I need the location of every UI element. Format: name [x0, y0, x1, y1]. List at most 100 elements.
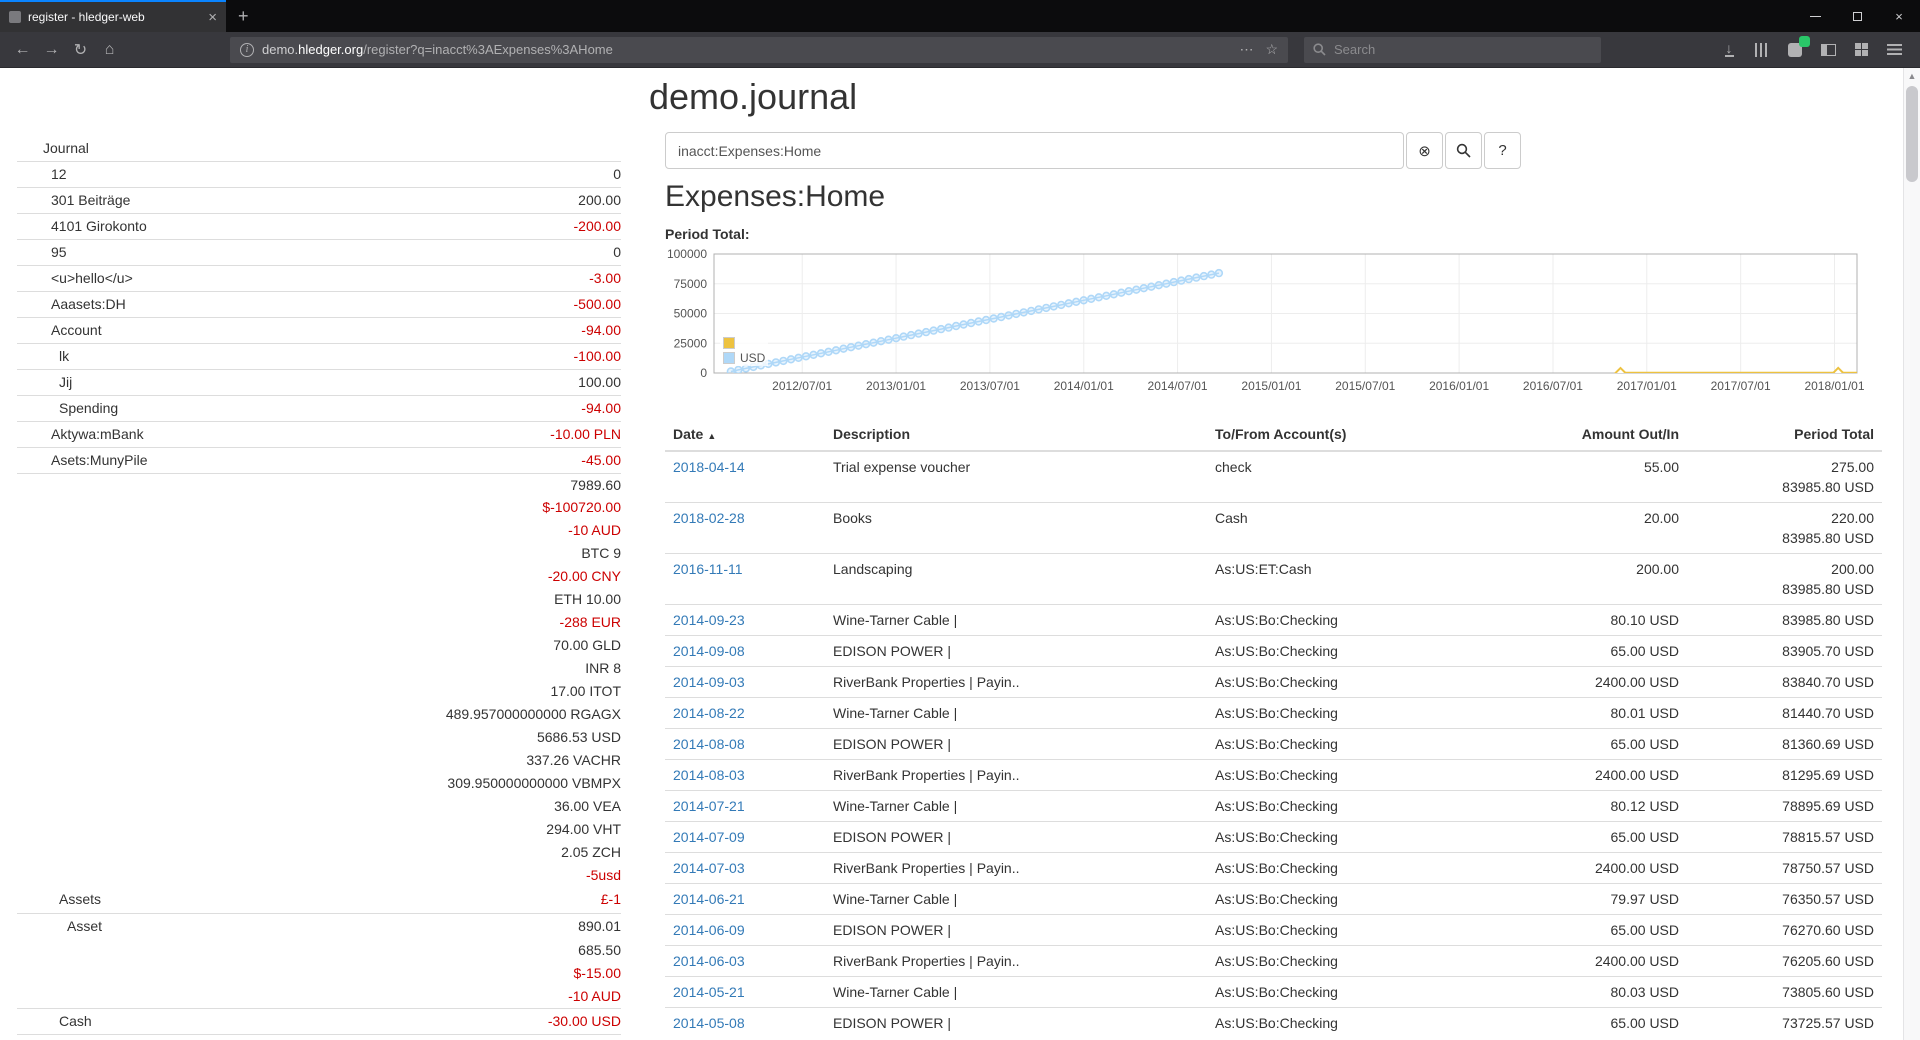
- transaction-date-link[interactable]: 2014-09-08: [673, 643, 745, 659]
- transaction-date-link[interactable]: 2014-07-21: [673, 798, 745, 814]
- transaction-date-link[interactable]: 2014-05-21: [673, 984, 745, 1000]
- register-period-total-cell: 73725.57 USD: [1687, 1008, 1882, 1039]
- window-restore-button[interactable]: [1836, 0, 1878, 32]
- sidebar-account-link[interactable]: Asets:MunyPile: [17, 448, 147, 473]
- register-amount-cell: 55.00: [1497, 451, 1687, 503]
- sidebar-account-link[interactable]: Spending: [17, 396, 118, 421]
- sidebar-account-link[interactable]: Cash: [17, 1009, 92, 1034]
- sidebar-account-balance: 17.00 ITOT: [550, 680, 621, 702]
- url-bar[interactable]: i demo.hledger.org/register?q=inacct%3AE…: [230, 37, 1288, 63]
- transaction-date-link[interactable]: 2018-02-28: [673, 510, 745, 526]
- register-description-cell: Wine-Tarner Cable |: [825, 791, 1207, 822]
- sidebar-row: 950: [17, 239, 621, 265]
- back-button[interactable]: ←: [8, 36, 37, 64]
- sidebar-account-balance: 5686.53 USD: [537, 726, 621, 748]
- scrollbar-thumb[interactable]: [1906, 86, 1918, 182]
- register-period-total-cell: 200.0083985.80 USD: [1687, 554, 1882, 605]
- pocket-grid-button[interactable]: [1851, 40, 1871, 60]
- sidebar-row: 685.50: [17, 939, 621, 962]
- home-button[interactable]: ⌂: [95, 36, 124, 64]
- register-amount-cell: 65.00 USD: [1497, 729, 1687, 760]
- sidebar-row: Asset890.01: [17, 913, 621, 939]
- clear-query-button[interactable]: ⊗: [1406, 132, 1443, 169]
- sidebar-account-balance: BTC 9: [581, 542, 621, 564]
- period-total-line: 78815.57 USD: [1695, 827, 1874, 847]
- transaction-date-link[interactable]: 2014-06-21: [673, 891, 745, 907]
- sidebar-row: 2.05 ZCH: [17, 841, 621, 864]
- sidebar-row: -117.00: [17, 1034, 621, 1040]
- browser-tab-active[interactable]: register - hledger-web ×: [0, 0, 226, 32]
- register-row: 2014-06-03RiverBank Properties | Payin..…: [665, 946, 1882, 977]
- sidebar-account-link[interactable]: Asset: [17, 914, 102, 939]
- period-total-chart: 02500050000750001000002012/07/012013/01/…: [665, 248, 1865, 400]
- transaction-date-link[interactable]: 2018-04-14: [673, 459, 745, 475]
- svg-text:2015/07/01: 2015/07/01: [1335, 379, 1395, 393]
- sidebar-account-link[interactable]: 12: [17, 162, 67, 187]
- transaction-date-link[interactable]: 2014-06-03: [673, 953, 745, 969]
- transaction-date-link[interactable]: 2014-07-09: [673, 829, 745, 845]
- svg-text:2013/01/01: 2013/01/01: [866, 379, 926, 393]
- sidebar-account-link[interactable]: Jij: [17, 370, 72, 395]
- browser-titlebar: register - hledger-web × + ×: [0, 0, 1920, 32]
- reload-button[interactable]: ↻: [66, 36, 95, 64]
- scroll-up-icon[interactable]: ▲: [1904, 68, 1920, 81]
- register-column-header[interactable]: Date▲: [665, 420, 825, 451]
- page-actions-icon[interactable]: ⋯: [1239, 41, 1253, 58]
- register-date-cell: 2014-07-03: [665, 853, 825, 884]
- window-minimize-button[interactable]: [1794, 0, 1836, 32]
- transaction-date-link[interactable]: 2014-06-09: [673, 922, 745, 938]
- bookmark-star-icon[interactable]: ☆: [1265, 41, 1278, 58]
- forward-button[interactable]: →: [37, 36, 66, 64]
- library-button[interactable]: [1752, 40, 1772, 60]
- transaction-date-link[interactable]: 2016-11-11: [673, 561, 743, 577]
- sidebar-account-balance: -5usd: [586, 864, 621, 886]
- register-row: 2014-07-09EDISON POWER |As:US:Bo:Checkin…: [665, 822, 1882, 853]
- window-close-button[interactable]: ×: [1878, 0, 1920, 32]
- sidebar-account-link[interactable]: 95: [17, 240, 67, 265]
- extension-button[interactable]: [1785, 40, 1805, 60]
- browser-search-field[interactable]: Search: [1304, 37, 1601, 63]
- register-description-cell: EDISON POWER |: [825, 1008, 1207, 1039]
- transaction-date-link[interactable]: 2014-09-23: [673, 612, 745, 628]
- sidebar-account-link[interactable]: Aaasets:DH: [17, 292, 126, 317]
- downloads-button[interactable]: ↓: [1719, 40, 1739, 60]
- transaction-date-link[interactable]: 2014-05-08: [673, 1015, 745, 1031]
- sidebar-account-link[interactable]: Account: [17, 318, 102, 343]
- transaction-date-link[interactable]: 2014-09-03: [673, 674, 745, 690]
- register-column-header[interactable]: Description: [825, 420, 1207, 451]
- register-amount-cell: 65.00 USD: [1497, 1008, 1687, 1039]
- sidebar-account-balance: 337.26 VACHR: [526, 749, 621, 771]
- sidebar-toggle-button[interactable]: [1818, 40, 1838, 60]
- period-total-line: 83985.80 USD: [1695, 477, 1874, 497]
- transaction-date-link[interactable]: 2014-07-03: [673, 860, 745, 876]
- register-period-total-cell: 76270.60 USD: [1687, 915, 1882, 946]
- new-tab-button[interactable]: +: [226, 0, 261, 32]
- register-column-header[interactable]: Amount Out/In: [1497, 420, 1687, 451]
- site-info-icon[interactable]: i: [240, 43, 254, 57]
- menu-button[interactable]: [1884, 40, 1904, 60]
- register-column-header[interactable]: Period Total: [1687, 420, 1882, 451]
- help-button[interactable]: ?: [1484, 132, 1521, 169]
- vertical-scrollbar[interactable]: ▲: [1903, 68, 1920, 1040]
- register-column-header[interactable]: To/From Account(s): [1207, 420, 1497, 451]
- submit-search-button[interactable]: [1445, 132, 1482, 169]
- register-date-cell: 2014-05-08: [665, 1008, 825, 1039]
- register-row: 2018-04-14Trial expense vouchercheck55.0…: [665, 451, 1882, 503]
- sidebar-account-link[interactable]: 301 Beiträge: [17, 188, 130, 213]
- url-domain: hledger.org: [298, 42, 363, 57]
- tab-close-icon[interactable]: ×: [208, 10, 217, 25]
- svg-text:2017/01/01: 2017/01/01: [1617, 379, 1677, 393]
- query-input[interactable]: [665, 132, 1404, 169]
- sidebar-account-link[interactable]: 4101 Girokonto: [17, 214, 147, 239]
- sidebar-account-link[interactable]: Aktywa:mBank: [17, 422, 144, 447]
- sidebar-journal-link[interactable]: Journal: [17, 135, 621, 161]
- transaction-date-link[interactable]: 2014-08-22: [673, 705, 745, 721]
- register-row: 2014-05-21Wine-Tarner Cable |As:US:Bo:Ch…: [665, 977, 1882, 1008]
- sidebar-account-link[interactable]: Assets: [17, 887, 101, 912]
- register-amount-cell: 80.01 USD: [1497, 698, 1687, 729]
- sidebar-account-link[interactable]: <u>hello</u>: [17, 266, 133, 291]
- svg-text:75000: 75000: [674, 277, 708, 291]
- sidebar-account-link[interactable]: lk: [17, 344, 69, 369]
- transaction-date-link[interactable]: 2014-08-08: [673, 736, 745, 752]
- transaction-date-link[interactable]: 2014-08-03: [673, 767, 745, 783]
